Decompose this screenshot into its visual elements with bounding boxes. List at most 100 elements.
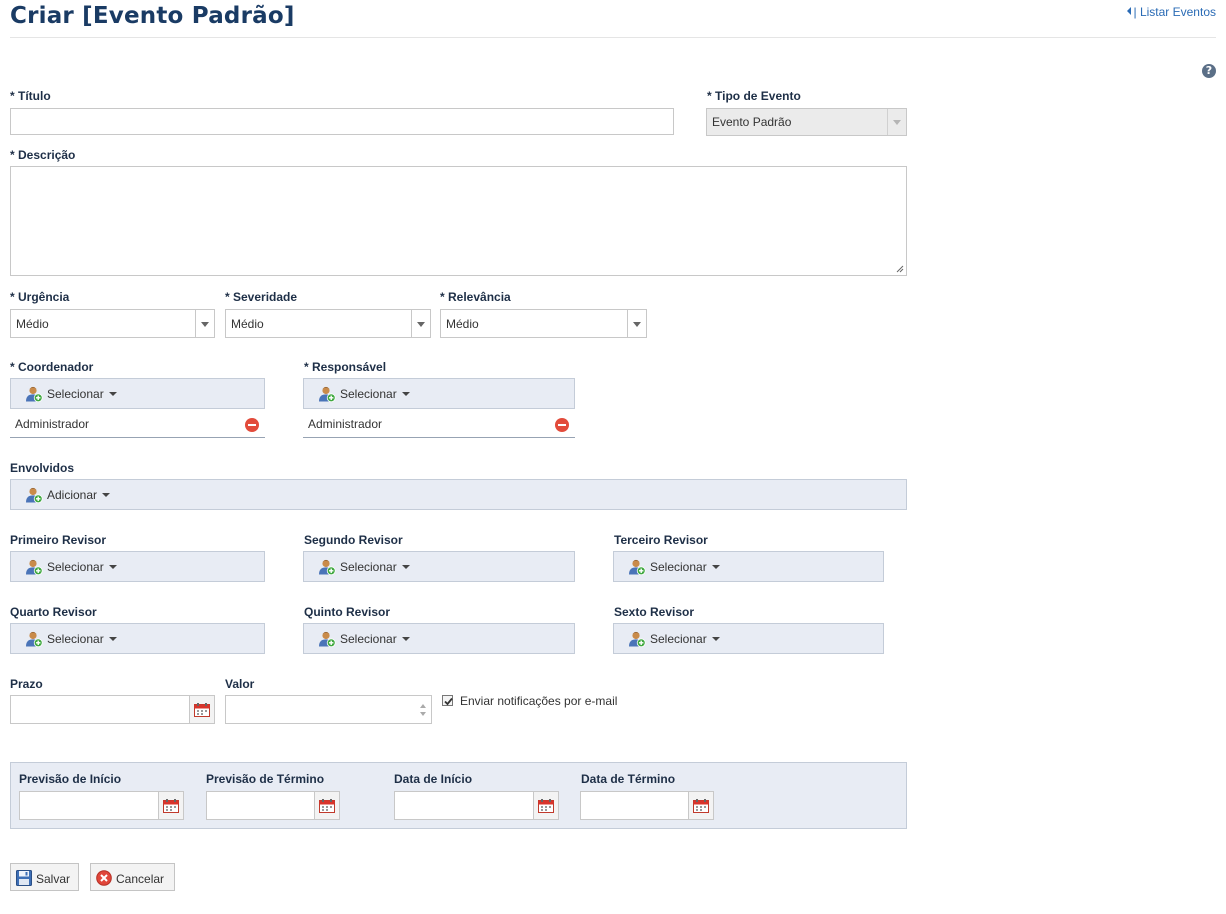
- coordinator-selected-item: Administrador: [10, 410, 265, 438]
- urgency-select[interactable]: Médio: [10, 309, 215, 338]
- calendar-icon: [163, 799, 179, 813]
- checkmark-icon: [444, 697, 453, 706]
- calendar-icon: [538, 799, 554, 813]
- start-date-calendar-button[interactable]: [533, 792, 558, 819]
- reviewer-6-select-button[interactable]: Selecionar: [613, 623, 884, 654]
- deadline-input[interactable]: [10, 695, 215, 724]
- start-date-input[interactable]: [394, 791, 559, 820]
- value-input[interactable]: [225, 695, 432, 724]
- email-notifications-checkbox[interactable]: [442, 695, 453, 706]
- remove-icon[interactable]: [555, 418, 569, 432]
- responsible-select-label: Selecionar: [340, 386, 397, 401]
- end-date-calendar-button[interactable]: [688, 792, 713, 819]
- reviewer-5-select-label: Selecionar: [340, 631, 397, 646]
- severity-select[interactable]: Médio: [225, 309, 431, 338]
- coordinator-select-button[interactable]: Selecionar: [10, 378, 265, 409]
- end-date-label: Data de Término: [581, 772, 676, 786]
- cancel-button[interactable]: Cancelar: [90, 863, 175, 891]
- number-spinner[interactable]: [415, 696, 431, 723]
- header-divider: [10, 37, 1216, 38]
- user-add-icon: [25, 559, 43, 575]
- reviewer-4-label: Quarto Revisor: [10, 605, 97, 619]
- caret-down-icon: [401, 636, 410, 641]
- urgency-value: Médio: [16, 316, 49, 331]
- user-add-icon: [318, 559, 336, 575]
- urgency-label: * Urgência: [10, 290, 70, 304]
- reviewer-5-select-button[interactable]: Selecionar: [303, 623, 575, 654]
- user-add-icon: [318, 386, 336, 402]
- planned-start-calendar-button[interactable]: [158, 792, 183, 819]
- reviewer-3-select-button[interactable]: Selecionar: [613, 551, 884, 582]
- chevron-down-icon: [411, 310, 430, 337]
- responsible-label: * Responsável: [304, 360, 387, 374]
- reviewer-3-label: Terceiro Revisor: [614, 533, 708, 547]
- caret-down-icon: [711, 636, 720, 641]
- planned-end-calendar-button[interactable]: [314, 792, 339, 819]
- planned-end-input[interactable]: [206, 791, 340, 820]
- back-arrow-icon: [1126, 7, 1131, 15]
- involved-label: Envolvidos: [10, 461, 75, 475]
- responsible-selected-item: Administrador: [303, 410, 575, 438]
- coordinator-select-label: Selecionar: [47, 386, 104, 401]
- user-add-icon: [318, 631, 336, 647]
- help-icon[interactable]: ?: [1202, 64, 1216, 78]
- user-add-icon: [628, 631, 646, 647]
- deadline-calendar-button[interactable]: [189, 696, 214, 723]
- responsible-select-button[interactable]: Selecionar: [303, 378, 575, 409]
- caret-down-icon: [401, 564, 410, 569]
- chevron-down-icon: [195, 310, 214, 337]
- floppy-disk-icon: [16, 870, 32, 886]
- caret-down-icon: [108, 564, 117, 569]
- remove-icon[interactable]: [245, 418, 259, 432]
- reviewer-6-select-label: Selecionar: [650, 631, 707, 646]
- resize-handle-icon[interactable]: [896, 265, 904, 273]
- reviewer-2-select-button[interactable]: Selecionar: [303, 551, 575, 582]
- spin-down-icon[interactable]: [420, 712, 426, 716]
- reviewer-2-label: Segundo Revisor: [304, 533, 403, 547]
- reviewer-1-select-label: Selecionar: [47, 559, 104, 574]
- caret-down-icon: [108, 391, 117, 396]
- chevron-down-icon: [887, 109, 906, 135]
- calendar-icon: [319, 799, 335, 813]
- event-type-select: Evento Padrão: [706, 108, 907, 136]
- description-label: * Descrição: [10, 148, 76, 162]
- save-button-label: Salvar: [36, 872, 71, 886]
- event-type-label: * Tipo de Evento: [707, 89, 801, 103]
- email-notifications-label: Enviar notificações por e-mail: [460, 694, 618, 708]
- involved-add-label: Adicionar: [47, 487, 98, 502]
- relevance-select[interactable]: Médio: [440, 309, 647, 338]
- deadline-label: Prazo: [10, 677, 43, 691]
- list-events-link[interactable]: | Listar Eventos: [1126, 5, 1217, 19]
- involved-add-button[interactable]: Adicionar: [10, 479, 907, 510]
- caret-down-icon: [401, 391, 410, 396]
- planned-start-label: Previsão de Início: [19, 772, 122, 786]
- caret-down-icon: [108, 636, 117, 641]
- save-button[interactable]: Salvar: [10, 863, 79, 891]
- reviewer-5-label: Quinto Revisor: [304, 605, 391, 619]
- user-add-icon: [25, 386, 43, 402]
- relevance-label: * Relevância: [440, 290, 511, 304]
- coordinator-selected-name: Administrador: [15, 417, 90, 431]
- user-add-icon: [25, 631, 43, 647]
- description-textarea[interactable]: [10, 166, 907, 276]
- page-title: Criar [Evento Padrão]: [10, 3, 295, 29]
- responsible-selected-name: Administrador: [308, 417, 383, 431]
- reviewer-2-select-label: Selecionar: [340, 559, 397, 574]
- cancel-icon: [96, 870, 112, 886]
- title-input[interactable]: [10, 108, 674, 135]
- reviewer-1-select-button[interactable]: Selecionar: [10, 551, 265, 582]
- severity-value: Médio: [231, 316, 264, 331]
- user-add-icon: [628, 559, 646, 575]
- list-events-label: | Listar Eventos: [1133, 5, 1217, 19]
- planned-start-input[interactable]: [19, 791, 184, 820]
- end-date-input[interactable]: [580, 791, 714, 820]
- cancel-button-label: Cancelar: [116, 872, 165, 886]
- reviewer-4-select-button[interactable]: Selecionar: [10, 623, 265, 654]
- title-label: * Título: [10, 89, 51, 103]
- spin-up-icon[interactable]: [420, 704, 426, 708]
- coordinator-label: * Coordenador: [10, 360, 94, 374]
- event-type-value: Evento Padrão: [712, 115, 792, 129]
- calendar-icon: [194, 703, 210, 717]
- calendar-icon: [693, 799, 709, 813]
- chevron-down-icon: [627, 310, 646, 337]
